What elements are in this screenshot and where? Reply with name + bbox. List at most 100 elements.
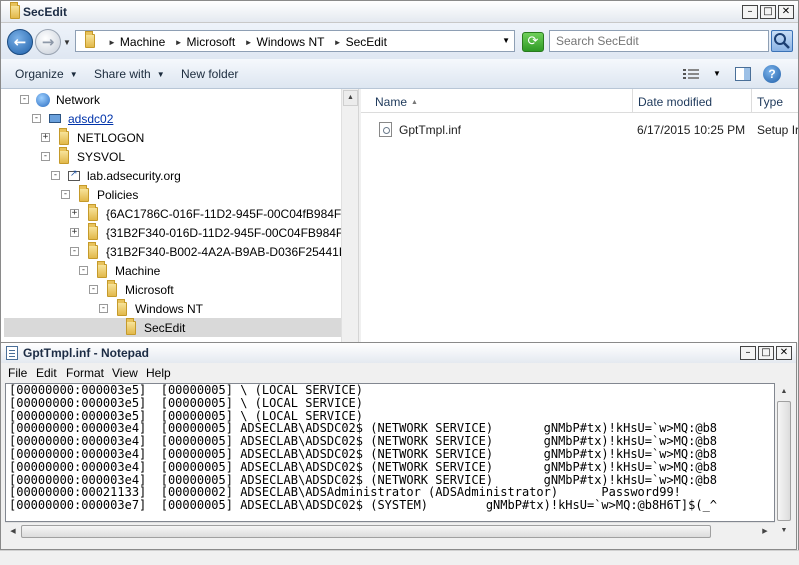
collapse-icon[interactable]: -: [99, 304, 108, 313]
organize-menu[interactable]: Organize ▼: [15, 67, 78, 81]
network-icon: [35, 92, 51, 107]
scroll-up-icon[interactable]: ▲: [343, 90, 358, 106]
no-toggle: [108, 323, 117, 332]
share-with-menu[interactable]: Share with ▼: [94, 67, 165, 81]
tree-item-machine[interactable]: - Machine: [79, 260, 160, 280]
folder-icon: [85, 203, 101, 221]
notepad-horizontal-scrollbar[interactable]: ◀ ▶: [5, 522, 775, 540]
breadcrumb-separator-icon[interactable]: ►: [102, 38, 120, 47]
tree-item-netlogon[interactable]: + NETLOGON: [41, 127, 144, 147]
collapse-icon[interactable]: -: [70, 247, 79, 256]
address-bar[interactable]: ► Machine ► Microsoft ► Windows NT ► SecEdit…: [75, 30, 515, 52]
tree-item-sysvol[interactable]: - SYSVOL: [41, 146, 126, 166]
column-header-name[interactable]: Name ▲: [361, 89, 633, 113]
tree-item-microsoft[interactable]: - Microsoft: [89, 279, 174, 299]
minimize-button[interactable]: –: [740, 346, 756, 360]
tree-item-secedit[interactable]: SecEdit: [4, 317, 341, 337]
expand-icon[interactable]: +: [70, 209, 79, 218]
collapse-icon[interactable]: -: [61, 190, 70, 199]
maximize-button[interactable]: □: [760, 5, 776, 19]
breadcrumb-separator-icon[interactable]: ►: [169, 38, 187, 47]
notepad-text-area[interactable]: [00000000:000003e5] [00000005] \ (LOCAL …: [5, 383, 775, 522]
chevron-down-icon: ▼: [69, 70, 78, 79]
column-header-date-modified[interactable]: Date modified: [633, 89, 752, 113]
collapse-icon[interactable]: -: [32, 114, 41, 123]
expand-icon[interactable]: +: [41, 133, 50, 142]
tree-item-policy-1[interactable]: + {6AC1786C-016F-11D2-945F-00C04fB984F9}: [70, 203, 352, 223]
scroll-left-icon[interactable]: ◀: [5, 524, 21, 540]
notepad-title: GptTmpl.inf - Notepad: [23, 346, 149, 360]
navigation-pane-scrollbar[interactable]: ▲: [341, 89, 358, 343]
column-header-type[interactable]: Type: [752, 89, 798, 113]
scroll-down-icon[interactable]: ▼: [776, 523, 792, 539]
menu-file[interactable]: File: [8, 366, 27, 380]
collapse-icon[interactable]: -: [89, 285, 98, 294]
tree-item-network[interactable]: - Network: [20, 90, 100, 109]
minimize-button[interactable]: –: [742, 5, 758, 19]
file-row[interactable]: GptTmpl.inf 6/17/2015 10:25 PM Setup Ir: [361, 119, 798, 139]
share-with-label: Share with: [94, 67, 151, 81]
tree-item-policy-2[interactable]: + {31B2F340-016D-11D2-945F-00C04FB984F9}: [70, 222, 354, 242]
breadcrumb-machine[interactable]: Machine: [120, 35, 165, 49]
tree-item-label: Network: [56, 92, 101, 107]
file-list: Name ▲ Date modified Type GptTmpl.inf 6/1…: [361, 89, 798, 343]
change-view-icon[interactable]: [683, 68, 699, 80]
tree-item-label: {6AC1786C-016F-11D2-945F-00C04fB984F9}: [106, 206, 352, 221]
navigation-bar: ← → ▼ ► Machine ► Microsoft ► Windows NT ► S…: [1, 23, 798, 59]
collapse-icon[interactable]: -: [41, 152, 50, 161]
breadcrumb-separator-icon[interactable]: ►: [328, 38, 346, 47]
collapse-icon[interactable]: -: [51, 171, 60, 180]
horizontal-scroll-thumb[interactable]: [21, 525, 711, 538]
folder-icon: [82, 31, 95, 48]
tree-item-policy-3[interactable]: - {31B2F340-B002-4A2A-B9AB-D036F25441D1}: [70, 241, 359, 261]
file-name: GptTmpl.inf: [399, 123, 462, 137]
menu-view[interactable]: View: [112, 366, 138, 380]
tree-item-label: {31B2F340-B002-4A2A-B9AB-D036F25441D1}: [106, 244, 359, 259]
breadcrumb: ► Machine ► Microsoft ► Windows NT ► SecEdit: [102, 35, 387, 49]
folder-icon: [85, 222, 101, 240]
menu-edit[interactable]: Edit: [36, 366, 57, 380]
explorer-titlebar[interactable]: SecEdit – □ ✕: [1, 1, 798, 23]
vertical-scroll-thumb[interactable]: [777, 401, 791, 521]
notepad-window: GptTmpl.inf - Notepad – □ ✕ File Edit Fo…: [0, 342, 797, 550]
help-icon[interactable]: ?: [763, 65, 781, 83]
chevron-down-icon: ▼: [156, 70, 165, 79]
close-button[interactable]: ✕: [778, 5, 794, 19]
folder-icon: [76, 184, 92, 202]
collapse-icon[interactable]: -: [79, 266, 88, 275]
tree-item-label: SYSVOL: [77, 149, 126, 164]
tree-item-lab-adsecurity[interactable]: - lab.adsecurity.org: [51, 166, 181, 185]
expand-icon[interactable]: +: [70, 228, 79, 237]
breadcrumb-secedit[interactable]: SecEdit: [346, 35, 387, 49]
close-button[interactable]: ✕: [776, 346, 792, 360]
tree-item-windows-nt[interactable]: - Windows NT: [99, 298, 204, 318]
recent-pages-dropdown[interactable]: ▼: [63, 38, 71, 47]
search-box[interactable]: [549, 30, 769, 52]
tree-item-adsdc02[interactable]: - adsdc02: [32, 109, 113, 128]
preview-pane-icon[interactable]: [735, 67, 751, 81]
back-button[interactable]: ←: [7, 29, 33, 55]
tree-item-policies[interactable]: - Policies: [61, 184, 138, 204]
inf-file-icon: [379, 122, 392, 137]
collapse-icon[interactable]: -: [20, 95, 29, 104]
breadcrumb-microsoft[interactable]: Microsoft: [187, 35, 236, 49]
notepad-titlebar[interactable]: GptTmpl.inf - Notepad – □ ✕: [1, 343, 796, 363]
notepad-vertical-scrollbar[interactable]: ▲ ▼: [775, 383, 794, 540]
scroll-up-icon[interactable]: ▲: [776, 384, 792, 400]
menu-format[interactable]: Format: [66, 366, 104, 380]
scroll-right-icon[interactable]: ▶: [757, 524, 773, 540]
forward-button[interactable]: →: [35, 29, 61, 55]
search-icon[interactable]: [771, 30, 793, 52]
new-folder-button[interactable]: New folder: [181, 67, 238, 81]
refresh-button[interactable]: ⟳: [522, 32, 544, 52]
breadcrumb-separator-icon[interactable]: ►: [239, 38, 257, 47]
breadcrumb-windows-nt[interactable]: Windows NT: [257, 35, 325, 49]
maximize-button[interactable]: □: [758, 346, 774, 360]
view-options-dropdown-icon[interactable]: ▼: [713, 69, 721, 78]
folder-icon: [114, 298, 130, 316]
address-dropdown-icon[interactable]: ▼: [502, 36, 510, 45]
tree-item-label: Windows NT: [135, 301, 204, 316]
menu-help[interactable]: Help: [146, 366, 171, 380]
search-input[interactable]: [556, 34, 756, 48]
tree-item-label: {31B2F340-016D-11D2-945F-00C04FB984F9}: [106, 225, 354, 240]
